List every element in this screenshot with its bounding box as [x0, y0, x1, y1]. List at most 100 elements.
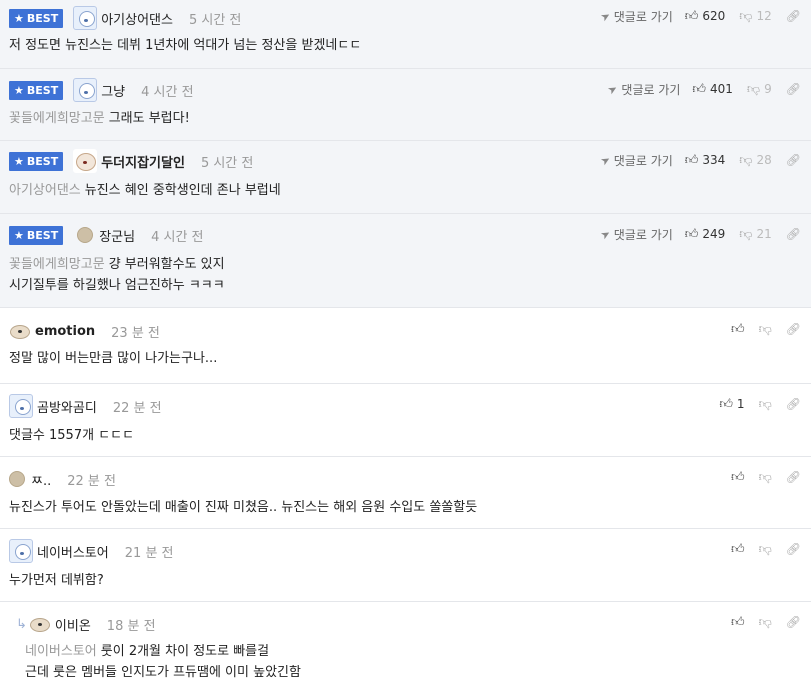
- timestamp: 22 분 전: [67, 473, 116, 489]
- thumbs-up-icon: 👍︎: [730, 321, 745, 337]
- mention[interactable]: 꽃들에게희망고문: [9, 257, 105, 272]
- avatar[interactable]: [9, 394, 33, 418]
- go-to-reply-link[interactable]: ➤ 댓글로 가기: [605, 81, 681, 98]
- dislike-button[interactable]: 👎︎: [759, 470, 772, 485]
- nickname[interactable]: 이비온: [55, 615, 91, 634]
- thumbs-up-icon: 👍︎: [730, 614, 745, 630]
- comment-actions: 👍︎ 👎︎ 🔗︎: [731, 540, 801, 558]
- link-icon[interactable]: 🔗︎: [786, 227, 801, 241]
- avatar[interactable]: [9, 539, 33, 563]
- avatar[interactable]: [73, 6, 98, 30]
- dislike-button[interactable]: 👎︎ 21: [739, 227, 771, 242]
- like-button[interactable]: 👍︎: [731, 470, 745, 485]
- mention[interactable]: 아기상어댄스: [9, 183, 81, 198]
- avatar[interactable]: [77, 227, 94, 243]
- star-icon: ★: [14, 11, 24, 25]
- link-icon[interactable]: 🔗︎: [786, 542, 801, 556]
- comment-header: emotion 23 분 전: [9, 321, 160, 341]
- like-button[interactable]: 👍︎ 620: [685, 9, 726, 24]
- dislike-button[interactable]: 👎︎: [759, 615, 772, 630]
- avatar[interactable]: [28, 615, 51, 633]
- like-button[interactable]: 👍︎ 249: [685, 227, 726, 242]
- comment-line: 근데 룻은 멤버들 인지도가 프듀땜에 이미 높았긴함: [25, 665, 301, 680]
- thumbs-down-icon: 👎︎: [758, 541, 772, 557]
- comment-header: ★ BEST 그냥 4 시간 전: [9, 78, 194, 102]
- thumbs-down-icon: 👎︎: [739, 8, 753, 24]
- link-icon[interactable]: 🔗︎: [786, 153, 801, 167]
- nickname[interactable]: 아기상어댄스: [101, 9, 173, 28]
- link-icon[interactable]: 🔗︎: [786, 322, 801, 336]
- comment-actions: 👍︎ 1 👎︎ 🔗︎: [719, 395, 801, 413]
- thumbs-up-icon: 👍︎: [684, 226, 699, 242]
- dislike-button[interactable]: 👎︎ 12: [739, 9, 771, 24]
- comment-actions: ➤ 댓글로 가기 👍︎ 249 👎︎ 21 🔗︎: [598, 225, 801, 243]
- thumbs-down-icon: 👎︎: [758, 469, 772, 485]
- avatar[interactable]: [9, 471, 25, 487]
- link-icon[interactable]: 🔗︎: [786, 470, 801, 484]
- comment-header: ★ BEST 장군님 4 시간 전: [9, 225, 204, 245]
- best-badge: ★ BEST: [9, 8, 64, 28]
- thumbs-down-icon: 👎︎: [758, 396, 772, 412]
- like-button[interactable]: 👍︎: [731, 615, 745, 630]
- thumbs-down-icon: 👎︎: [758, 614, 772, 630]
- like-button[interactable]: 👍︎ 334: [685, 153, 726, 168]
- comment-body: 저 정도면 뉴진스는 데뷔 1년차에 억대가 넘는 정산을 받겠네ㄷㄷ: [9, 38, 362, 53]
- dislike-button[interactable]: 👎︎ 28: [739, 153, 771, 168]
- like-button[interactable]: 👍︎: [731, 322, 745, 337]
- like-button[interactable]: 👍︎ 401: [692, 82, 733, 97]
- comment-header: ★ BEST 두더지잡기달인 5 시간 전: [9, 149, 254, 173]
- mention[interactable]: 꽃들에게희망고문: [9, 111, 105, 126]
- comment: 네이버스토어 21 분 전 👍︎ 👎︎ 🔗︎ 누가먼저 데뷔함?: [0, 529, 811, 602]
- best-badge: ★ BEST: [9, 225, 64, 245]
- comment: ㅉ.. 22 분 전 👍︎ 👎︎ 🔗︎ 뉴진스가 투어도 안돌았는데 매출이 진…: [0, 457, 811, 529]
- mention[interactable]: 네이버스토어: [25, 644, 97, 659]
- thumbs-up-icon: 👍︎: [692, 81, 707, 97]
- go-to-reply-link[interactable]: ➤ 댓글로 가기: [598, 226, 673, 243]
- nickname[interactable]: 곰방와곰디: [37, 397, 97, 416]
- go-to-reply-link[interactable]: ➤ 댓글로 가기: [598, 8, 673, 25]
- like-button[interactable]: 👍︎ 1: [719, 397, 744, 412]
- nickname[interactable]: 네이버스토어: [37, 542, 109, 561]
- nickname[interactable]: 그냥: [101, 81, 125, 100]
- comment: 곰방와곰디 22 분 전 👍︎ 1 👎︎ 🔗︎ 댓글수 1557개 ㄷㄷㄷ: [0, 384, 811, 457]
- comment-body: 아기상어댄스 뉴진스 혜인 중학생인데 존나 부럽네: [9, 183, 281, 198]
- go-to-reply-link[interactable]: ➤ 댓글로 가기: [597, 152, 673, 169]
- timestamp: 5 시간 전: [200, 155, 254, 171]
- nickname[interactable]: 장군님: [99, 226, 135, 245]
- best-comment: ★ BEST 아기상어댄스 5 시간 전 ➤ 댓글로 가기 👍︎ 620 👎︎ 12 🔗…: [0, 0, 811, 69]
- timestamp: 5 시간 전: [188, 12, 242, 28]
- comment-body: 뉴진스가 투어도 안돌았는데 매출이 진짜 미쳤음.. 뉴진스는 해외 음원 수…: [9, 500, 478, 515]
- send-icon: ➤: [605, 81, 621, 97]
- comment-line: 시기질투를 하길했나 엄근진하누 ㅋㅋㅋ: [9, 278, 225, 293]
- star-icon: ★: [14, 154, 24, 168]
- avatar[interactable]: [73, 78, 98, 102]
- nickname[interactable]: ㅉ..: [31, 470, 51, 489]
- comment-body: 꽃들에게희망고문 걍 부러워할수도 있지 시기질투를 하길했나 엄근진하누 ㅋㅋㅋ: [9, 254, 225, 296]
- star-icon: ★: [14, 228, 24, 242]
- best-badge: ★ BEST: [9, 80, 64, 100]
- avatar[interactable]: [9, 322, 31, 340]
- nickname[interactable]: 두더지잡기달인: [101, 152, 185, 171]
- avatar[interactable]: [73, 149, 98, 173]
- thumbs-down-icon: 👎︎: [739, 226, 753, 242]
- dislike-button[interactable]: 👎︎: [759, 542, 772, 557]
- link-icon[interactable]: 🔗︎: [786, 9, 801, 23]
- like-button[interactable]: 👍︎: [731, 542, 745, 557]
- best-comment: ★ BEST 두더지잡기달인 5 시간 전 ➤ 댓글로 가기 👍︎ 334 👎︎ 28 …: [0, 141, 811, 214]
- thumbs-up-icon: 👍︎: [684, 8, 699, 24]
- comment-body: 정말 많이 버는만큼 많이 나가는구나...: [9, 351, 218, 366]
- link-icon[interactable]: 🔗︎: [786, 397, 801, 411]
- dislike-button[interactable]: 👎︎: [759, 397, 772, 412]
- comment-actions: ➤ 댓글로 가기 👍︎ 620 👎︎ 12 🔗︎: [598, 7, 801, 25]
- nickname[interactable]: emotion: [35, 324, 95, 339]
- timestamp: 21 분 전: [124, 545, 174, 561]
- link-icon[interactable]: 🔗︎: [786, 615, 801, 629]
- comment-header: ★ BEST 아기상어댄스 5 시간 전: [9, 6, 242, 30]
- reply-comment: ↳ 이비온 18 분 전 👍︎ 👎︎ 🔗︎ 네이버스토어 룻이 2개월 차이 정도…: [0, 602, 811, 691]
- dislike-button[interactable]: 👎︎: [759, 322, 772, 337]
- send-icon: ➤: [597, 152, 613, 168]
- dislike-button[interactable]: 👎︎ 9: [747, 82, 772, 97]
- comment-line: 꽃들에게희망고문 걍 부러워할수도 있지: [9, 257, 225, 272]
- link-icon[interactable]: 🔗︎: [786, 82, 801, 96]
- comment-actions: 👍︎ 👎︎ 🔗︎: [731, 613, 801, 631]
